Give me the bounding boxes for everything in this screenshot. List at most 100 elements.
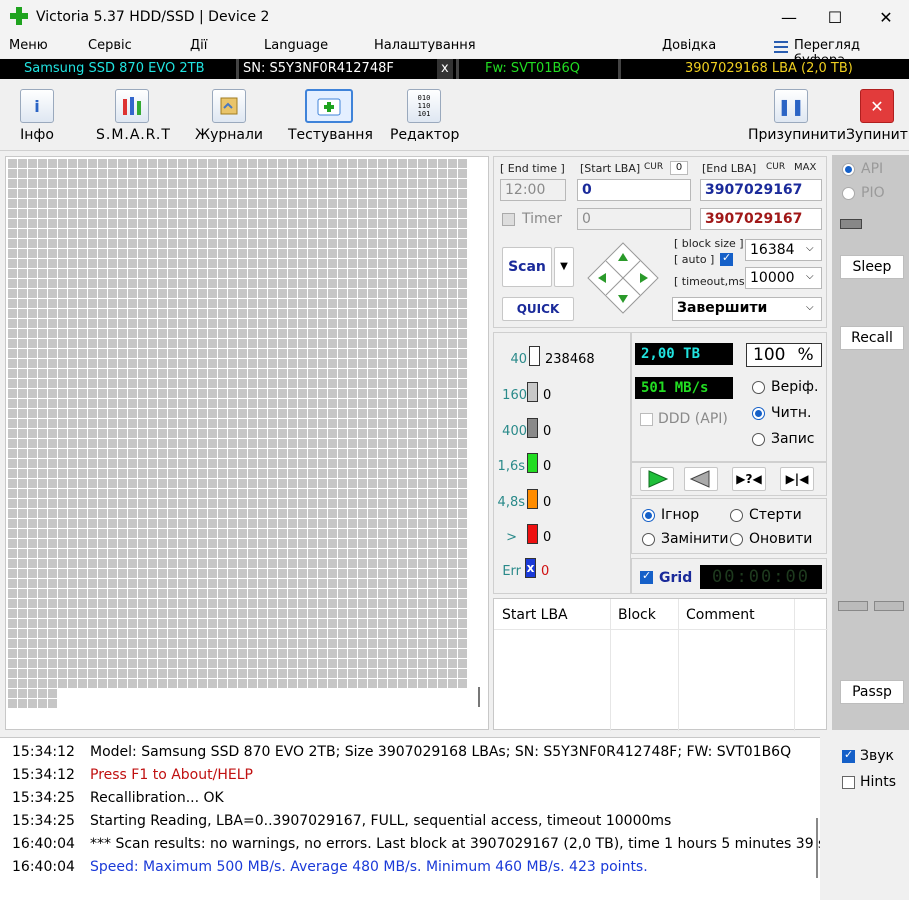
play-button[interactable] <box>640 467 674 491</box>
smart-label: S.M.A.R.T <box>96 127 171 143</box>
minimize-button[interactable]: — <box>766 0 812 34</box>
table-header-start-lba[interactable]: Start LBA <box>502 607 568 623</box>
close-button[interactable]: ✕ <box>863 0 909 34</box>
timeout-label: [ timeout,ms ] <box>674 275 753 288</box>
stop-label: Зупинити <box>846 127 909 143</box>
menu-item-language[interactable]: Language <box>264 38 328 53</box>
device-bar: Samsung SSD 870 EVO 2TB SN: S5Y3NF0R4127… <box>0 59 909 79</box>
bar-count-1-6s: 0 <box>543 459 552 474</box>
hints-checkbox[interactable] <box>842 776 855 793</box>
event-log: 15:34:12 Model: Samsung SSD 870 EVO 2TB; … <box>0 737 847 900</box>
editor-label: Редактор <box>390 127 460 143</box>
journal-icon <box>212 89 246 123</box>
indicator-light-2-icon <box>874 601 904 611</box>
back-button[interactable] <box>684 467 718 491</box>
testing-button[interactable]: Тестування <box>288 87 373 149</box>
size-display: 2,00 TB <box>635 343 733 365</box>
grid-label: Grid <box>659 570 693 586</box>
sound-checkbox[interactable] <box>842 748 855 767</box>
scan-controls: ▶?◀ ▶|◀ <box>631 462 827 496</box>
error-action-panel: Ігнор Стерти Замінити Оновити <box>631 498 827 554</box>
start-cur-label[interactable]: CUR <box>644 162 663 172</box>
maximize-button[interactable]: ☐ <box>812 0 858 34</box>
timeout-chevron-icon: ⌵ <box>806 271 814 282</box>
passp-button[interactable]: Passp <box>840 680 904 704</box>
log-entry: 15:34:25 Recallibration... OK <box>12 790 224 806</box>
finish-action-chevron-icon: ⌵ <box>806 302 814 313</box>
menu-bar: Меню Сервіс Дії Language Налаштування До… <box>0 34 909 68</box>
scan-dropdown-button[interactable]: ▼ <box>554 247 574 287</box>
smart-button[interactable]: S.M.A.R.T <box>96 87 171 149</box>
end-time-input[interactable]: 12:00 <box>500 179 566 201</box>
bar-count-over: 0 <box>543 530 552 545</box>
grid-checkbox[interactable] <box>640 569 653 588</box>
elapsed-timer: 00:00:00 <box>700 565 822 589</box>
sleep-button[interactable]: Sleep <box>840 255 904 279</box>
bar-count-160: 0 <box>543 388 552 403</box>
app-logo-icon <box>10 7 28 25</box>
write-radio[interactable]: Запис <box>752 431 815 447</box>
device-firmware: Fw: SVT01B6Q <box>456 59 616 79</box>
stop-button[interactable]: ✕ Зупинити <box>846 87 909 149</box>
butterfly-button[interactable]: ▶|◀ <box>780 467 814 491</box>
menu-item-settings[interactable]: Налаштування <box>374 38 476 53</box>
scan-block-grid <box>8 159 468 709</box>
block-size-label: [ block size ] <box>674 237 744 250</box>
read-radio[interactable]: Читн. <box>752 405 811 421</box>
bar-swatch-4-8s <box>527 489 538 509</box>
ignore-radio[interactable]: Ігнор <box>642 507 699 523</box>
stop-icon: ✕ <box>860 89 894 123</box>
menu-item-actions[interactable]: Дії <box>190 38 207 53</box>
end-lba-input[interactable]: 3907029167 <box>700 179 822 201</box>
bar-label-400: 400 <box>502 424 527 439</box>
auto-label: [ auto ] <box>674 253 715 266</box>
replace-radio[interactable]: Замінити <box>642 531 729 547</box>
pio-radio[interactable]: PIO <box>842 185 885 201</box>
smart-icon <box>115 89 149 123</box>
timer-checkbox[interactable] <box>502 213 515 230</box>
indicator-light-1-icon <box>838 601 868 611</box>
refresh-radio[interactable]: Оновити <box>730 531 812 547</box>
erase-radio[interactable]: Стерти <box>730 507 802 523</box>
quick-button[interactable]: QUICK <box>502 297 574 321</box>
recall-button[interactable]: Recall <box>840 326 904 350</box>
log-scrollbar[interactable] <box>816 818 818 878</box>
menu-item-menu[interactable]: Меню <box>9 38 48 53</box>
end-lba-max-input[interactable]: 3907029167 <box>700 208 822 230</box>
bar-swatch-over <box>527 524 538 544</box>
pause-button[interactable]: ❚❚ Призупинити <box>748 87 846 149</box>
menu-item-service[interactable]: Сервіс <box>88 38 132 53</box>
scan-button[interactable]: Scan <box>502 247 552 287</box>
table-header-comment[interactable]: Comment <box>686 607 755 623</box>
device-model: Samsung SSD 870 EVO 2TB <box>24 61 205 76</box>
info-icon: i <box>20 89 54 123</box>
speed-display: 501 MB/s <box>635 377 733 399</box>
editor-button[interactable]: 010 110 101 Редактор <box>390 87 460 149</box>
direction-pad[interactable] <box>586 241 660 315</box>
bar-label-1-6s: 1,6s <box>497 459 525 474</box>
auto-block-checkbox[interactable] <box>720 251 733 270</box>
random-seek-button[interactable]: ▶?◀ <box>732 467 766 491</box>
device-close-x[interactable]: x <box>437 59 453 79</box>
verify-radio[interactable]: Веріф. <box>752 379 818 395</box>
timer-input[interactable]: 0 <box>577 208 691 230</box>
start-lba-input[interactable]: 0 <box>577 179 691 201</box>
hints-label: Hints <box>860 774 897 790</box>
info-button[interactable]: i Інфо <box>12 87 62 149</box>
menu-item-help[interactable]: Довідка <box>662 38 716 53</box>
testing-label: Тестування <box>288 127 373 143</box>
end-cur-label[interactable]: CUR <box>766 162 785 172</box>
grid-timer-panel: Grid 00:00:00 <box>631 558 827 594</box>
api-radio[interactable]: API <box>842 161 883 177</box>
start-cur-value[interactable]: 0 <box>670 161 688 175</box>
log-entry: 15:34:12 Press F1 to About/HELP <box>12 767 253 783</box>
info-label: Інфо <box>20 127 54 143</box>
table-header-block[interactable]: Block <box>618 607 656 623</box>
bar-label-160: 160 <box>502 388 527 403</box>
bar-count-40: 238468 <box>545 352 595 367</box>
ddd-api-checkbox[interactable] <box>640 413 653 430</box>
bar-count-400: 0 <box>543 424 552 439</box>
end-max-label[interactable]: MAX <box>794 162 816 173</box>
logs-button[interactable]: Журнали <box>194 87 264 149</box>
finish-action-select[interactable]: Завершити <box>672 297 822 321</box>
